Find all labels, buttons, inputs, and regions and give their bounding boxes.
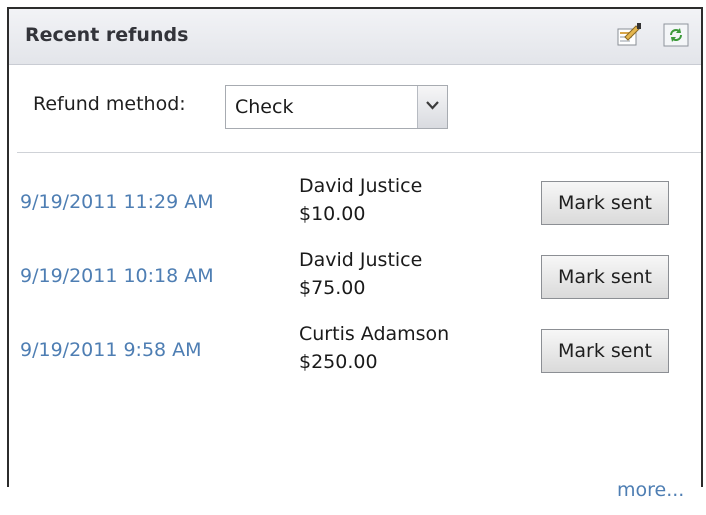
refund-amount: $75.00	[299, 277, 366, 299]
panel-title: Recent refunds	[25, 24, 189, 46]
refund-row: 9/19/2011 11:29 AM David Justice $10.00 …	[9, 171, 701, 241]
refund-date-link[interactable]: 9/19/2011 9:58 AM	[20, 339, 202, 361]
customer-name: Curtis Adamson	[299, 323, 450, 345]
refund-date-link[interactable]: 9/19/2011 10:18 AM	[20, 265, 214, 287]
refresh-icon[interactable]	[663, 23, 689, 47]
divider	[17, 152, 701, 153]
customer-name: David Justice	[299, 249, 423, 271]
mark-sent-button[interactable]: Mark sent	[541, 181, 669, 225]
recent-refunds-panel: Recent refunds Refund method: Check 9/19…	[7, 7, 703, 501]
panel-header: Recent refunds	[9, 9, 701, 65]
export-icon[interactable]	[616, 23, 642, 47]
chevron-down-icon	[426, 101, 439, 110]
refund-method-select[interactable]: Check	[225, 85, 448, 129]
mark-sent-button[interactable]: Mark sent	[541, 329, 669, 373]
refund-method-value: Check	[235, 96, 294, 118]
customer-name: David Justice	[299, 175, 423, 197]
refund-date-link[interactable]: 9/19/2011 11:29 AM	[20, 191, 214, 213]
mark-sent-button[interactable]: Mark sent	[541, 255, 669, 299]
more-link[interactable]: more...	[617, 479, 684, 501]
refund-method-label: Refund method:	[33, 93, 186, 115]
refund-row: 9/19/2011 10:18 AM David Justice $75.00 …	[9, 245, 701, 315]
dropdown-button[interactable]	[417, 86, 447, 128]
refund-row: 9/19/2011 9:58 AM Curtis Adamson $250.00…	[9, 319, 701, 389]
refund-amount: $10.00	[299, 203, 366, 225]
refund-amount: $250.00	[299, 351, 378, 373]
